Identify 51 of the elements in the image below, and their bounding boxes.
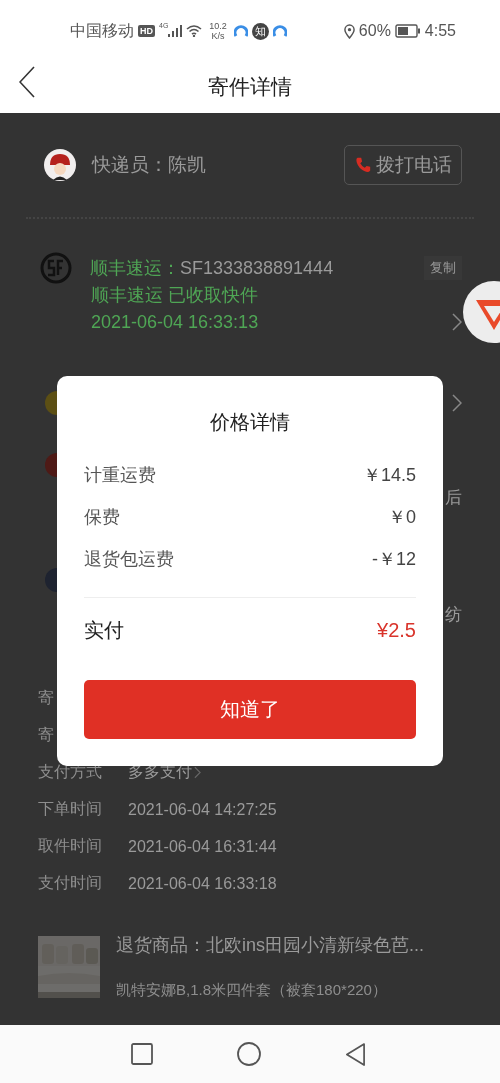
info-label: 下单时间 (38, 799, 103, 819)
back-nav-icon[interactable] (344, 1042, 366, 1066)
info-value: 2021-06-04 14:27:25 (128, 800, 277, 819)
app-icon (233, 24, 248, 38)
chevron-icon[interactable] (452, 313, 462, 331)
chevron-icon (194, 766, 201, 779)
product-title: 退货商品：北欧ins田园小清新绿色芭... (116, 934, 424, 957)
info-value: 2021-06-04 16:31:44 (128, 837, 277, 856)
fee-amount: ￥0 (388, 506, 416, 529)
battery-percent: 60% (358, 22, 391, 40)
info-label: 取件时间 (38, 836, 103, 856)
fee-label: 计重运费 (84, 464, 156, 487)
app-icon (272, 24, 287, 38)
network-speed: 10.2 K/s (209, 21, 227, 41)
courier-avatar-icon (44, 149, 76, 181)
total-label: 实付 (84, 617, 124, 643)
fee-amount: ￥14.5 (362, 464, 416, 487)
home-icon[interactable] (236, 1042, 261, 1066)
wifi-icon (186, 25, 203, 37)
info-label: 支付时间 (38, 873, 103, 893)
back-icon[interactable] (19, 66, 35, 98)
copy-button[interactable]: 复制 (424, 256, 462, 280)
signal-icon (168, 25, 183, 37)
shipment-status: 顺丰速运 已收取快件 (91, 284, 258, 307)
page-title: 寄件详情 (208, 73, 292, 100)
clock: 4:55 (424, 22, 456, 40)
chevron-icon[interactable] (452, 394, 462, 412)
battery-icon (394, 24, 421, 38)
fee-label: 退货包运费 (84, 548, 174, 571)
fee-label: 保费 (84, 506, 120, 529)
confirm-button[interactable]: 知道了 (84, 680, 416, 739)
app-badge: 知 (251, 22, 269, 40)
info-value: 2021-06-04 16:33:18 (128, 874, 277, 893)
info-label: 寄 (38, 725, 55, 745)
call-button[interactable]: 拨打电话 (344, 145, 462, 185)
recents-icon[interactable] (130, 1043, 153, 1065)
courier-name: 快递员：陈凯 (92, 153, 206, 177)
location-icon (343, 23, 355, 39)
hd-badge: HD (138, 25, 155, 37)
total-amount: ¥2.5 (377, 618, 416, 642)
phone-icon (354, 156, 372, 174)
dialog-title: 价格详情 (209, 410, 291, 435)
shipment-time: 2021-06-04 16:33:13 (91, 311, 259, 334)
info-label: 寄 (38, 688, 55, 708)
courier-logo-icon (40, 252, 72, 284)
carrier-name: 中国移动 (70, 20, 134, 41)
tracking-number: 顺丰速运：SF1333838891444 (90, 257, 334, 280)
covered-text: 纺 (445, 603, 462, 626)
fee-amount: -￥12 (372, 548, 416, 571)
product-spec: 凯特安娜B,1.8米四件套（被套180*220） (116, 981, 388, 1000)
covered-text: 后 (445, 486, 462, 509)
